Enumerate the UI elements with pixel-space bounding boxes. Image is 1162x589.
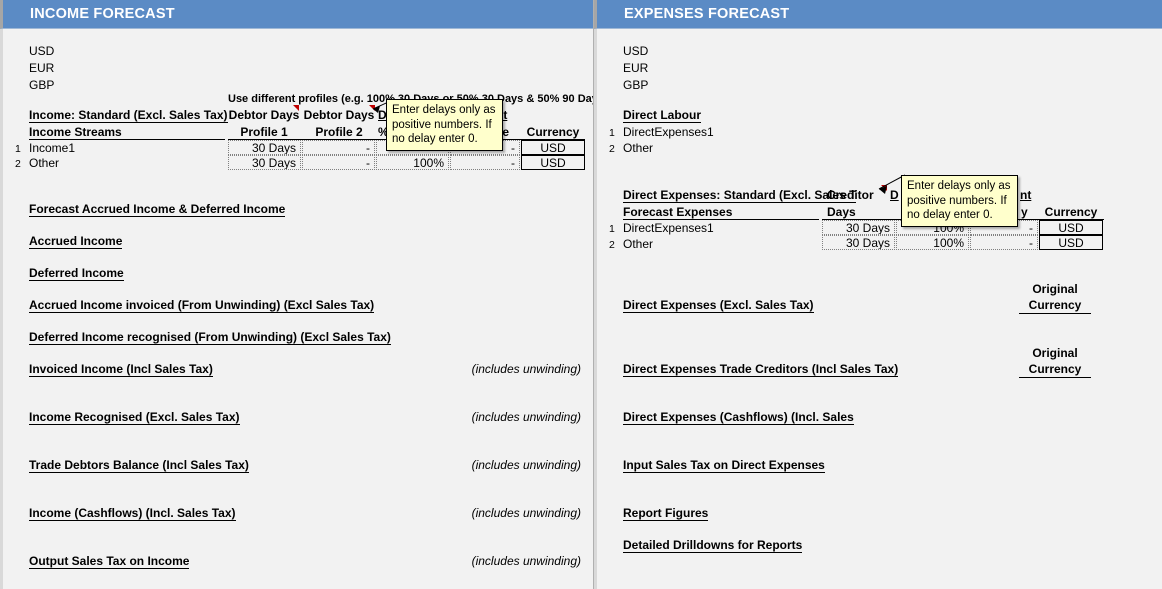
income-currency-gbp: GBP [29, 78, 55, 92]
expenses-link-1-tag-line2: Currency [1028, 362, 1082, 376]
expenses-row-number: 2 [609, 239, 615, 251]
income-col-debtor-days-1: Debtor Days [228, 108, 300, 122]
income-streams-rule [29, 139, 225, 140]
income-row-number: 1 [15, 143, 21, 155]
expenses-forecast-panel: EXPENSES FORECAST USD EUR GBP Direct Lab… [594, 0, 1162, 589]
expenses-labour-row-number: 2 [609, 143, 615, 155]
expenses-cell-currency[interactable]: USD [1039, 235, 1103, 250]
income-link-0[interactable]: Forecast Accrued Income & Deferred Incom… [29, 202, 286, 217]
debtor-days-comment-text: Enter delays only as positive numbers. I… [392, 104, 496, 145]
income-cell-profile1[interactable]: 30 Days [228, 140, 301, 155]
expenses-cell-currency[interactable]: USD [1039, 220, 1103, 235]
expenses-cell-applicable[interactable]: - [970, 235, 1038, 250]
income-currency-usd: USD [29, 44, 55, 58]
expenses-link-1-tag-rule [1019, 377, 1091, 378]
expenses-link-2[interactable]: Direct Expenses (Cashflows) (Incl. Sales [623, 410, 854, 425]
expenses-link-3[interactable]: Input Sales Tax on Direct Expenses [623, 458, 825, 473]
expenses-row-name: DirectExpenses1 [623, 221, 714, 235]
income-link-5[interactable]: Invoiced Income (Incl Sales Tax) [29, 362, 213, 377]
creditor-days-comment-text: Enter delays only as positive numbers. I… [907, 180, 1011, 221]
income-col-streams: Income Streams [29, 125, 122, 139]
income-cell-profile2[interactable]: - [302, 140, 375, 155]
expenses-section-heading[interactable]: Direct Expenses: Standard (Excl. Sales T [623, 188, 857, 203]
expenses-labour-row-number: 1 [609, 127, 615, 139]
expenses-col-currency: Currency [1044, 205, 1098, 219]
income-link-7-note: (includes unwinding) [471, 458, 581, 472]
income-row-number: 2 [15, 158, 21, 170]
income-link-2[interactable]: Deferred Income [29, 266, 124, 281]
income-cell-currency[interactable]: USD [521, 140, 585, 155]
income-forecast-panel: INCOME FORECAST USD EUR GBP Use differen… [0, 0, 594, 589]
income-row-name: Other [29, 156, 60, 170]
expenses-link-0-tag-line1: Original [1032, 282, 1078, 296]
expenses-labour-row-name: DirectExpenses1 [623, 125, 714, 139]
expenses-col-days: Days [827, 205, 856, 219]
income-link-6[interactable]: Income Recognised (Excl. Sales Tax) [29, 410, 240, 425]
expenses-link-5[interactable]: Detailed Drilldowns for Reports [623, 538, 803, 553]
workbook-view: INCOME FORECAST USD EUR GBP Use differen… [0, 0, 1162, 589]
income-link-5-note: (includes unwinding) [471, 362, 581, 376]
income-currency-eur: EUR [29, 61, 55, 75]
expenses-cell-pct[interactable]: 100% [896, 235, 969, 250]
expenses-currency-gbp: GBP [623, 78, 649, 92]
expenses-cell-days[interactable]: 30 Days [822, 220, 895, 235]
expenses-col-creditor: Creditor [827, 188, 874, 202]
expenses-cell-days[interactable]: 30 Days [822, 235, 895, 250]
income-link-9[interactable]: Output Sales Tax on Income [29, 554, 190, 569]
income-cell-pct[interactable]: 100% [376, 155, 449, 170]
income-row-name: Income1 [29, 141, 76, 155]
income-col-debtor-days-2: Debtor Days [303, 108, 375, 122]
income-link-1[interactable]: Accrued Income [29, 234, 123, 249]
income-link-7[interactable]: Trade Debtors Balance (Incl Sales Tax) [29, 458, 249, 473]
income-link-8[interactable]: Income (Cashflows) (Incl. Sales Tax) [29, 506, 236, 521]
expenses-col-discount-tail: nt [1020, 188, 1032, 202]
expenses-forecast-title: EXPENSES FORECAST [624, 6, 790, 22]
expenses-link-1-tag-line1: Original [1032, 346, 1078, 360]
income-cell-applicable[interactable]: - [450, 155, 520, 170]
expenses-forecast-title-bar: EXPENSES FORECAST [594, 0, 1162, 29]
debtor-days-comment-popup: Enter delays only as positive numbers. I… [386, 99, 503, 151]
income-cell-profile2[interactable]: - [302, 155, 375, 170]
expenses-currency-eur: EUR [623, 61, 649, 75]
income-col-profile-1: Profile 1 [240, 125, 288, 139]
comment-marker-icon-debtor-days-1[interactable] [293, 105, 299, 111]
income-link-3[interactable]: Accrued Income invoiced (From Unwinding)… [29, 298, 375, 313]
expenses-col-applicable-tail: y [1021, 205, 1028, 219]
income-forecast-title-bar: INCOME FORECAST [0, 0, 593, 29]
income-col-currency: Currency [526, 125, 580, 139]
expenses-forecast-body: USD EUR GBP Direct Labour 1 DirectExpens… [594, 29, 1162, 589]
expenses-labour-row-name: Other [623, 141, 654, 155]
income-link-6-note: (includes unwinding) [471, 410, 581, 424]
income-link-4[interactable]: Deferred Income recognised (From Unwindi… [29, 330, 391, 345]
expenses-row-name: Other [623, 237, 654, 251]
expenses-row-number: 1 [609, 223, 615, 235]
creditor-days-comment-popup: Enter delays only as positive numbers. I… [901, 175, 1018, 227]
expenses-direct-labour-heading[interactable]: Direct Labour [623, 108, 702, 123]
expenses-link-0[interactable]: Direct Expenses (Excl. Sales Tax) [623, 298, 814, 313]
expenses-forecast-rule [623, 219, 819, 220]
income-link-8-note: (includes unwinding) [471, 506, 581, 520]
expenses-currency-usd: USD [623, 44, 649, 58]
income-col-profile-2: Profile 2 [315, 125, 363, 139]
income-cell-currency[interactable]: USD [521, 155, 585, 170]
income-cell-profile1[interactable]: 30 Days [228, 155, 301, 170]
expenses-link-1[interactable]: Direct Expenses Trade Creditors (Incl Sa… [623, 362, 899, 377]
income-forecast-title: INCOME FORECAST [30, 6, 175, 22]
income-forecast-body: USD EUR GBP Use different profiles (e.g.… [0, 29, 593, 589]
expenses-link-4[interactable]: Report Figures [623, 506, 709, 521]
income-section-heading[interactable]: Income: Standard (Excl. Sales Tax) [29, 108, 228, 123]
expenses-col-forecast: Forecast Expenses [623, 205, 733, 219]
expenses-link-0-tag-line2: Currency [1028, 298, 1082, 312]
income-link-9-note: (includes unwinding) [471, 554, 581, 568]
expenses-link-0-tag-rule [1019, 313, 1091, 314]
